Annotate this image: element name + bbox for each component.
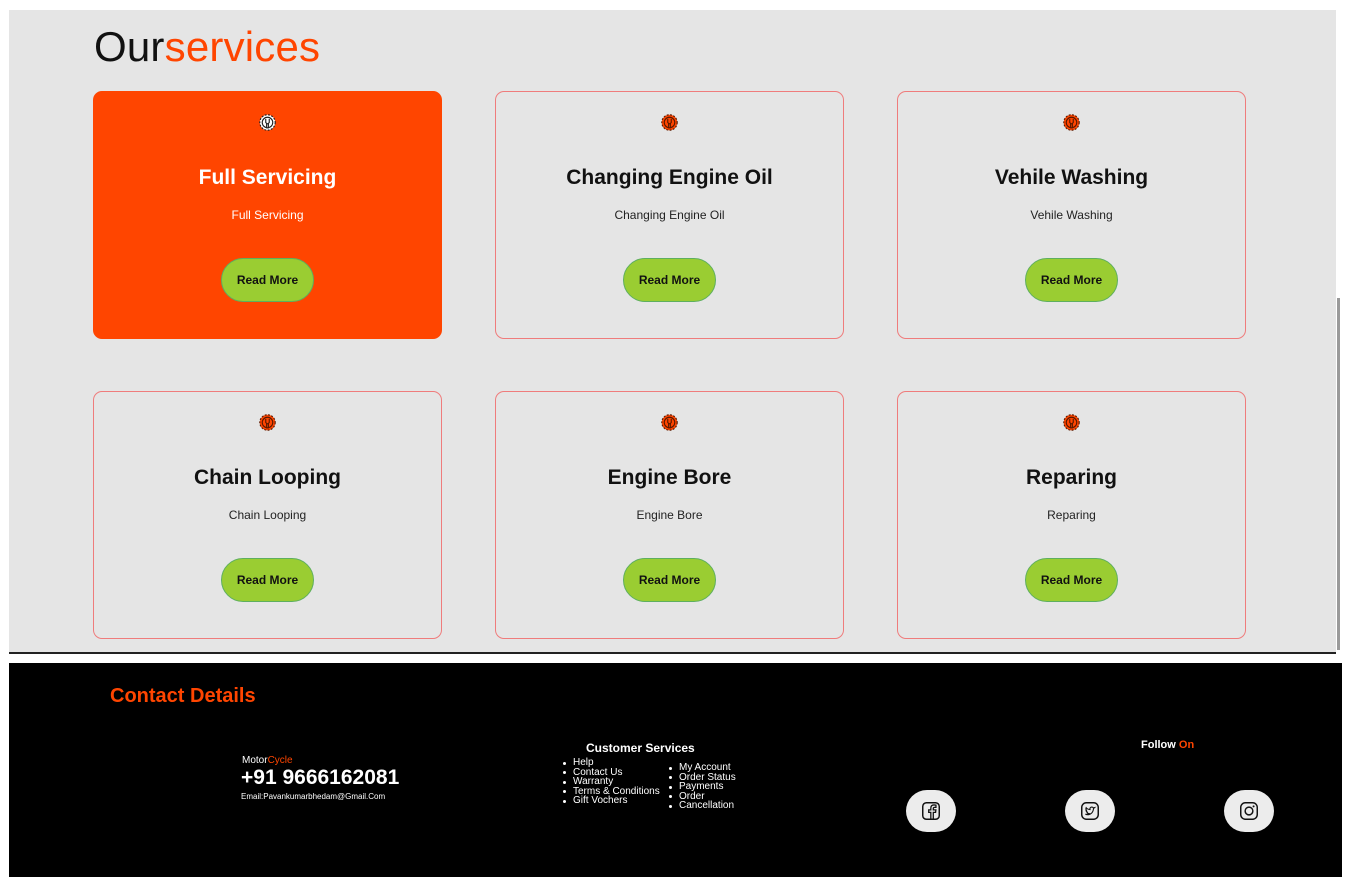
service-card-description: Chain Looping	[228, 508, 307, 522]
customer-services-title: Customer Services	[586, 741, 695, 755]
service-card-full-servicing: Full Servicing Full Servicing Read More	[93, 91, 442, 339]
phone-number: +91 9666162081	[241, 766, 400, 789]
service-card-title: Changing Engine Oil	[566, 166, 773, 189]
customer-services-list-right: My Account Order Status Payments Order C…	[667, 763, 736, 811]
read-more-button[interactable]: Read More	[1025, 258, 1118, 302]
facebook-button[interactable]	[906, 790, 956, 832]
contact-details-title: Contact Details	[110, 685, 256, 707]
service-card-title: Vehile Washing	[994, 166, 1149, 189]
link-cancellation[interactable]: Cancellation	[667, 801, 736, 811]
link-gift-vochers[interactable]: Gift Vochers	[561, 796, 660, 806]
services-title: Ourservices	[94, 23, 321, 70]
instagram-button[interactable]	[1224, 790, 1274, 832]
service-card-vehile-washing: Vehile Washing Vehile Washing Read More	[897, 91, 1246, 339]
service-card-description: Vehile Washing	[1030, 208, 1113, 222]
read-more-button[interactable]: Read More	[623, 258, 716, 302]
customer-services-list-left: Help Contact Us Warranty Terms & Conditi…	[561, 758, 660, 806]
service-card-changing-engine-oil: Changing Engine Oil Changing Engine Oil …	[495, 91, 844, 339]
instagram-icon	[1240, 802, 1258, 820]
gear-wrench-icon	[661, 114, 678, 131]
gear-wrench-icon	[259, 414, 276, 431]
twitter-icon	[1081, 802, 1099, 820]
footer: Contact Details MotorCycle +91 966616208…	[9, 663, 1342, 877]
gear-wrench-icon	[661, 414, 678, 431]
read-more-button[interactable]: Read More	[221, 258, 314, 302]
vertical-scrollbar-thumb[interactable]	[1337, 298, 1340, 650]
service-card-reparing: Reparing Reparing Read More	[897, 391, 1246, 639]
gear-wrench-icon	[259, 114, 276, 131]
read-more-button[interactable]: Read More	[221, 558, 314, 602]
facebook-icon	[922, 802, 940, 820]
service-card-description: Engine Bore	[636, 508, 703, 522]
section-divider	[9, 652, 1336, 654]
read-more-button[interactable]: Read More	[1025, 558, 1118, 602]
brand-name: MotorCycle	[242, 755, 293, 766]
follow-on-label: Follow On	[1141, 739, 1195, 751]
service-card-chain-looping: Chain Looping Chain Looping Read More	[93, 391, 442, 639]
services-section: Ourservices Full Servicing Full Servicin…	[9, 10, 1336, 652]
gear-wrench-icon	[1063, 414, 1080, 431]
email-address: Email:Pavankumarbhedam@Gmail.Com	[241, 792, 386, 801]
service-card-title: Reparing	[1025, 466, 1117, 489]
service-card-engine-bore: Engine Bore Engine Bore Read More	[495, 391, 844, 639]
twitter-button[interactable]	[1065, 790, 1115, 832]
service-card-description: Changing Engine Oil	[614, 208, 725, 222]
service-card-description: Reparing	[1047, 508, 1096, 522]
service-card-title: Engine Bore	[607, 466, 732, 489]
service-card-title: Full Servicing	[198, 166, 337, 189]
service-card-title: Chain Looping	[194, 466, 341, 489]
read-more-button[interactable]: Read More	[623, 558, 716, 602]
gear-wrench-icon	[1063, 114, 1080, 131]
service-card-description: Full Servicing	[231, 208, 304, 222]
